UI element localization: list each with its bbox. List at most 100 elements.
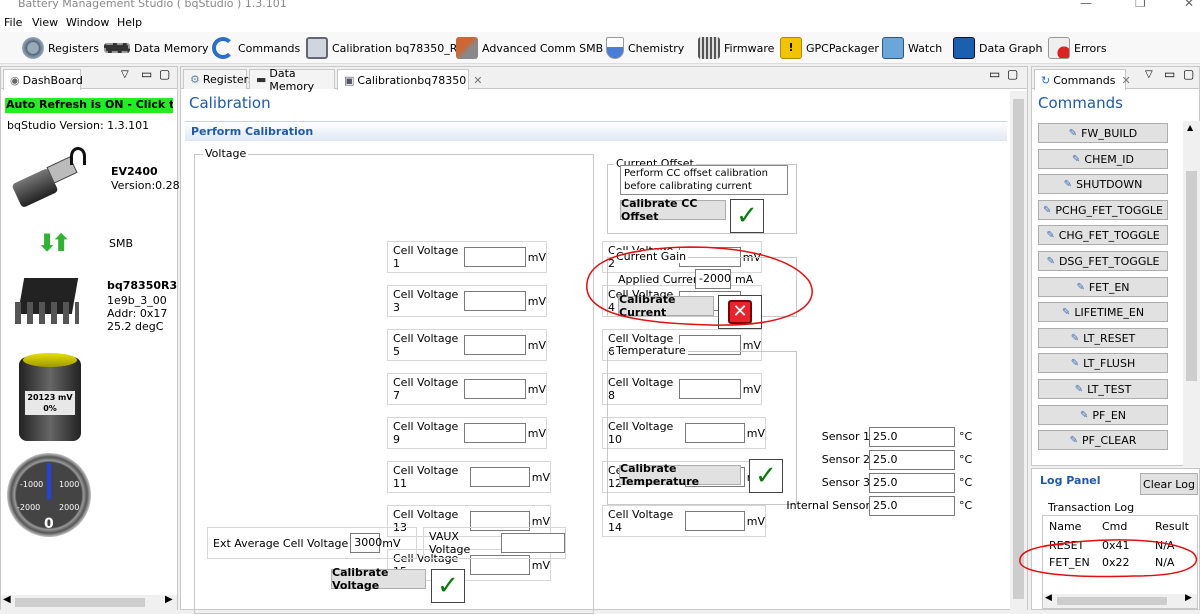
command-button-lt-test[interactable]: ✎ LT_TEST: [1038, 379, 1168, 399]
gauge-label-2000: 2000: [59, 503, 80, 512]
command-button-lifetime-en[interactable]: ✎ LIFETIME_EN: [1038, 302, 1168, 322]
menu-window[interactable]: Window: [66, 16, 109, 29]
toolbar-commands-button[interactable]: Commands: [212, 36, 300, 60]
cell-voltage-11-input[interactable]: [469, 467, 530, 487]
menu-file[interactable]: File: [4, 16, 22, 29]
maximize-icon[interactable]: ❐: [1135, 0, 1146, 10]
command-button-shutdown[interactable]: ✎ SHUTDOWN: [1038, 174, 1168, 194]
device-addr: Addr: 0x17: [107, 307, 168, 320]
tab-commands[interactable]: ↻ Commands ✕: [1034, 69, 1131, 90]
tools-icon: [456, 37, 478, 59]
scroll-right-icon[interactable]: ▶: [1185, 593, 1192, 603]
command-button-lt-flush[interactable]: ✎ LT_FLUSH: [1038, 353, 1168, 373]
temperature-sensor-1-input[interactable]: 25.0: [869, 427, 955, 447]
command-button-lt-reset[interactable]: ✎ LT_RESET: [1038, 328, 1168, 348]
temperature-sensor-4-input[interactable]: 25.0: [869, 496, 955, 516]
dashboard-panel: ◉ DashBoard ▽ ▭ ▢ Auto Refresh is ON - Cl…: [0, 66, 180, 610]
minimize-panel-icon[interactable]: ▭: [141, 67, 152, 81]
command-button-chem-id[interactable]: ✎ CHEM_ID: [1038, 149, 1168, 169]
tab-close-icon[interactable]: ✕: [473, 74, 482, 87]
current-offset-group: Current Offset Perform CC offset calibra…: [607, 157, 797, 234]
command-button-chg-fet-toggle[interactable]: ✎ CHG_FET_TOGGLE: [1038, 225, 1168, 245]
toolbar-calibration-button[interactable]: Calibration bq78350_R1: [306, 36, 464, 60]
dashboard-hscroll[interactable]: ◀ ▶: [1, 594, 177, 610]
temperature-sensor-3-input[interactable]: 25.0: [869, 473, 955, 493]
cell-voltage-14-input[interactable]: [684, 511, 745, 531]
menu-help[interactable]: Help: [117, 16, 142, 29]
battery-icon: 20123 mV 0%: [19, 353, 81, 441]
command-button-fet-en[interactable]: ✎ FET_EN: [1038, 277, 1168, 297]
command-button-pf-en[interactable]: ✎ PF_EN: [1038, 405, 1168, 425]
toolbar-chemistry-button[interactable]: Chemistry: [606, 36, 684, 60]
tab-registers[interactable]: ⚙ Registers: [183, 69, 254, 89]
maximize-panel-icon[interactable]: ▢: [159, 67, 170, 81]
scroll-left-icon[interactable]: ◀: [1045, 593, 1052, 603]
pin-icon: ✎: [1042, 204, 1052, 216]
temperature-sensor-1: Sensor 1 25.0 °C: [787, 427, 977, 447]
tab-calibration[interactable]: ▣ Calibrationbq78350 ✕: [337, 69, 482, 90]
pin-icon: ✎: [1061, 306, 1071, 318]
cell-voltage-9-input[interactable]: [463, 423, 526, 443]
command-button-fw-build[interactable]: ✎ FW_BUILD: [1038, 123, 1168, 143]
chip-icon: [104, 43, 130, 53]
gauge-value: 0: [44, 516, 54, 532]
command-button-pf-clear[interactable]: ✎ PF_CLEAR: [1038, 430, 1168, 450]
toolbar-data-graph-button[interactable]: Data Graph: [953, 36, 1043, 60]
errors-icon: [1048, 37, 1070, 59]
vaux-voltage-input[interactable]: [500, 533, 565, 553]
command-button-dsg-fet-toggle[interactable]: ✎ DSG_FET_TOGGLE: [1038, 251, 1168, 271]
toolbar-data-memory-button[interactable]: Data Memory: [104, 36, 209, 60]
toolbar-advanced-comm-button[interactable]: Advanced Comm SMB: [456, 36, 603, 60]
commands-vscroll[interactable]: ▲: [1183, 121, 1200, 467]
toolbar-firmware-button[interactable]: Firmware: [698, 36, 774, 60]
scroll-right-icon[interactable]: ▶: [165, 594, 173, 605]
minimize-panel-icon[interactable]: ▭: [989, 67, 1000, 81]
minimize-icon[interactable]: —: [1080, 0, 1092, 10]
cell-voltage-3: Cell Voltage 3 mV: [387, 285, 547, 317]
view-menu-icon[interactable]: ▽: [1145, 69, 1153, 80]
pin-icon: ✎: [1074, 383, 1084, 395]
warning-icon: !: [780, 37, 802, 59]
pin-icon: ✎: [1070, 357, 1080, 369]
maximize-panel-icon[interactable]: ▢: [1183, 67, 1194, 81]
calibrate-temperature-button[interactable]: Calibrate Temperature: [619, 462, 741, 488]
ext-avg-cell-voltage-input[interactable]: 3000: [350, 533, 382, 553]
calibrate-voltage-button[interactable]: Calibrate Voltage: [331, 566, 426, 592]
menu-view[interactable]: View: [32, 16, 58, 29]
cell-voltage-7-input[interactable]: [463, 379, 526, 399]
tab-data-memory[interactable]: ▬ Data Memory: [249, 67, 335, 93]
close-icon[interactable]: ✕: [1184, 0, 1194, 10]
clear-log-button[interactable]: Clear Log: [1140, 473, 1198, 495]
title-bar: Battery Management Studio ( bqStudio ) 1…: [0, 0, 1200, 14]
calibration-icon: ▣: [344, 73, 355, 87]
maximize-panel-icon[interactable]: ▢: [1007, 67, 1018, 81]
view-menu-icon[interactable]: ▽: [121, 69, 129, 80]
scroll-left-icon[interactable]: ◀: [3, 594, 11, 605]
temperature-sensor-2-input[interactable]: 25.0: [869, 450, 955, 470]
device-name: bq78350R3: [107, 279, 178, 292]
cell-voltage-3-input[interactable]: [463, 291, 526, 311]
cell-voltage-1-input[interactable]: [463, 247, 526, 267]
cell-voltage-5-input[interactable]: [463, 335, 526, 355]
tab-close-icon[interactable]: ✕: [1122, 74, 1131, 87]
auto-refresh-toggle[interactable]: Auto Refresh is ON - Click to Turn: [5, 98, 173, 113]
toolbar-registers-button[interactable]: Registers: [22, 36, 99, 60]
toolbar-watch-button[interactable]: Watch: [882, 36, 942, 60]
battery-voltage: 20123 mV: [27, 393, 73, 402]
toolbar-errors-button[interactable]: Errors: [1048, 36, 1107, 60]
log-hscroll[interactable]: ◀ ▶: [1043, 593, 1197, 608]
toolbar-gpcpackager-button[interactable]: ! GPCPackager: [780, 36, 879, 60]
calibrate-cc-offset-button[interactable]: Calibrate CC Offset: [620, 197, 726, 223]
section-header: Perform Calibration: [185, 121, 1007, 141]
pin-icon: ✎: [1076, 281, 1085, 293]
command-button-pchg-fet-toggle[interactable]: ✎ PCHG_FET_TOGGLE: [1038, 200, 1168, 220]
minimize-panel-icon[interactable]: ▭: [1164, 67, 1175, 81]
commands-tab-header: ↻ Commands ✕ ▽ ▭ ▢: [1032, 67, 1199, 90]
menu-bar: File View Window Help: [0, 14, 1200, 32]
pin-icon: ✎: [1046, 229, 1055, 241]
annotation-circle-current-gain: [586, 246, 813, 326]
scroll-up-icon[interactable]: ▲: [1187, 123, 1193, 132]
tab-dashboard[interactable]: ◉ DashBoard: [3, 69, 83, 90]
calibration-vscroll[interactable]: [1010, 91, 1027, 610]
annotation-circle-fet-en: [1019, 539, 1198, 578]
